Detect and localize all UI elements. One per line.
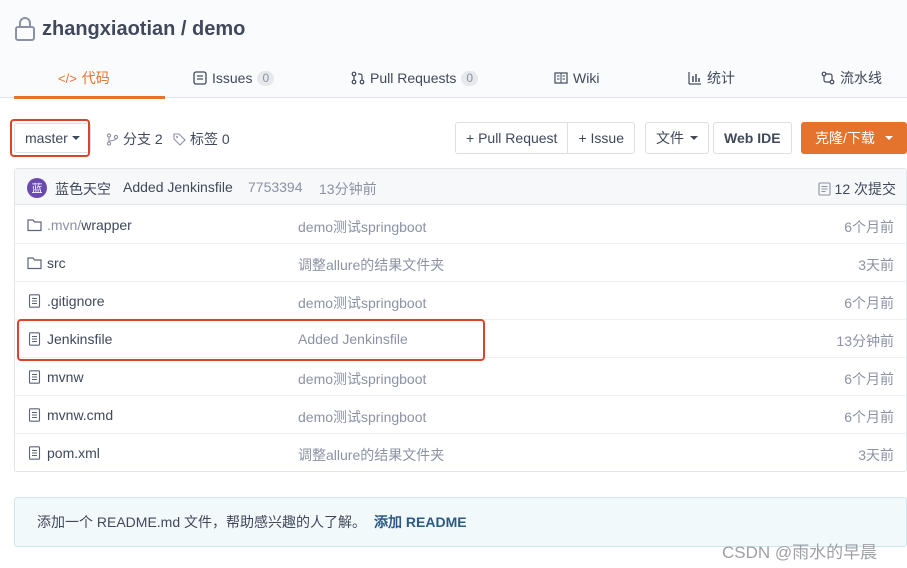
file-commit-message[interactable]: 调整allure的结果文件夹 [298,255,444,275]
table-row[interactable]: .mvn/wrapper demo测试springboot 6个月前 [15,206,906,244]
issues-icon [193,71,207,85]
new-issue-button[interactable]: + Issue [567,123,634,153]
file-commit-message[interactable]: demo测试springboot [298,407,426,427]
tab-label: Issues [212,70,253,86]
highlight-annotation-jenkinsfile [17,319,485,361]
tags-count: 标签 0 [190,131,230,147]
file-time: 6个月前 [844,295,894,311]
chevron-down-icon [884,136,893,140]
tags-link[interactable]: 标签 0 [173,129,230,149]
repo-tabs: </> 代码 Issues 0 Pull Requests 0 Wiki 统计 … [0,58,907,99]
tab-statistics[interactable]: 统计 [688,58,735,98]
pull-request-icon [351,71,365,85]
file-time: 6个月前 [844,371,894,387]
branches-count: 分支 2 [123,131,163,147]
file-menu-label: 文件 [656,130,684,146]
create-button-group: + Pull Request + Issue [455,122,635,154]
file-time: 13分钟前 [836,333,894,349]
chevron-down-icon [690,136,698,140]
file-icon [28,370,41,384]
commit-message[interactable]: Added Jenkinsfile [123,179,233,195]
file-name[interactable]: src [47,255,66,271]
file-commit-message[interactable]: demo测试springboot [298,293,426,313]
branches-link[interactable]: 分支 2 [106,129,163,149]
web-ide-button[interactable]: Web IDE [713,122,792,154]
repo-header: zhangxiaotian / demo </> 代码 Issues 0 Pul… [0,0,907,99]
tab-pull-requests[interactable]: Pull Requests 0 [351,58,479,98]
file-name[interactable]: .mvn/wrapper [47,217,132,233]
lock-icon [15,17,35,41]
commit-list-icon [817,182,831,196]
file-icon [28,446,41,460]
folder-icon [27,219,42,232]
table-row[interactable]: mvnw demo测试springboot 6个月前 [15,358,906,396]
file-icon [28,294,41,308]
file-commit-message[interactable]: demo测试springboot [298,369,426,389]
folder-icon [27,257,42,270]
file-name[interactable]: mvnw [47,369,84,385]
code-icon: </> [58,70,77,86]
issues-count-badge: 0 [257,70,275,86]
file-time: 3天前 [858,447,894,463]
file-name[interactable]: pom.xml [47,445,100,461]
tab-label: Pull Requests [370,70,457,86]
commits-count-link[interactable]: 12 次提交 [817,179,896,199]
tab-code[interactable]: </> 代码 [14,58,165,99]
branch-icon [106,132,119,146]
file-time: 6个月前 [844,409,894,425]
file-name[interactable]: mvnw.cmd [47,407,113,423]
wiki-icon [554,72,568,84]
clone-download-button[interactable]: 克隆/下载 [801,122,907,154]
tab-label: 流水线 [840,70,882,86]
watermark: CSDN @雨水的早晨 [722,543,878,562]
clone-label: 克隆/下载 [815,130,875,146]
bar-chart-icon [688,72,701,85]
repo-name[interactable]: zhangxiaotian / demo [42,18,245,41]
path-prefix: .mvn/ [47,217,82,233]
file-commit-message[interactable]: 调整allure的结果文件夹 [298,445,444,465]
path-name: wrapper [81,217,132,233]
tab-label: 统计 [707,70,735,86]
repo-title: zhangxiaotian / demo [14,16,245,42]
tab-pipeline[interactable]: 流水线 [821,58,882,98]
tab-label: Wiki [573,70,600,86]
file-name[interactable]: .gitignore [47,293,105,309]
table-row[interactable]: .gitignore demo测试springboot 6个月前 [15,282,906,320]
latest-commit-bar: 蓝 蓝色天空 Added Jenkinsfile 7753394 13分钟前 1… [15,169,906,205]
new-pull-request-button[interactable]: + Pull Request [456,123,567,153]
avatar[interactable]: 蓝 [27,178,47,198]
file-icon [28,408,41,422]
readme-prompt-text: 添加一个 README.md 文件，帮助感兴趣的人了解。 [37,514,367,530]
add-readme-link[interactable]: 添加 README [374,512,467,532]
pull-requests-count-badge: 0 [461,70,479,86]
file-menu-button[interactable]: 文件 [645,122,709,154]
table-row[interactable]: mvnw.cmd demo测试springboot 6个月前 [15,396,906,434]
pipeline-icon [821,71,835,85]
commit-sha[interactable]: 7753394 [248,179,303,195]
commit-time: 13分钟前 [319,181,377,197]
tab-issues[interactable]: Issues 0 [193,58,275,98]
active-tab-indicator [14,96,165,99]
file-time: 6个月前 [844,219,894,235]
repo-toolbar: master 分支 2 标签 0 + Pull Request + Issue … [0,118,907,158]
file-commit-message[interactable]: demo测试springboot [298,217,426,237]
commit-author[interactable]: 蓝色天空 [55,179,111,199]
commits-count: 12 次提交 [834,181,896,197]
table-row[interactable]: pom.xml 调整allure的结果文件夹 3天前 [15,434,906,472]
tab-label: 代码 [81,70,110,86]
table-row[interactable]: src 调整allure的结果文件夹 3天前 [15,244,906,282]
highlight-annotation-branch [10,119,90,157]
file-time: 3天前 [858,257,894,273]
tab-wiki[interactable]: Wiki [554,58,599,98]
tag-icon [173,132,186,146]
